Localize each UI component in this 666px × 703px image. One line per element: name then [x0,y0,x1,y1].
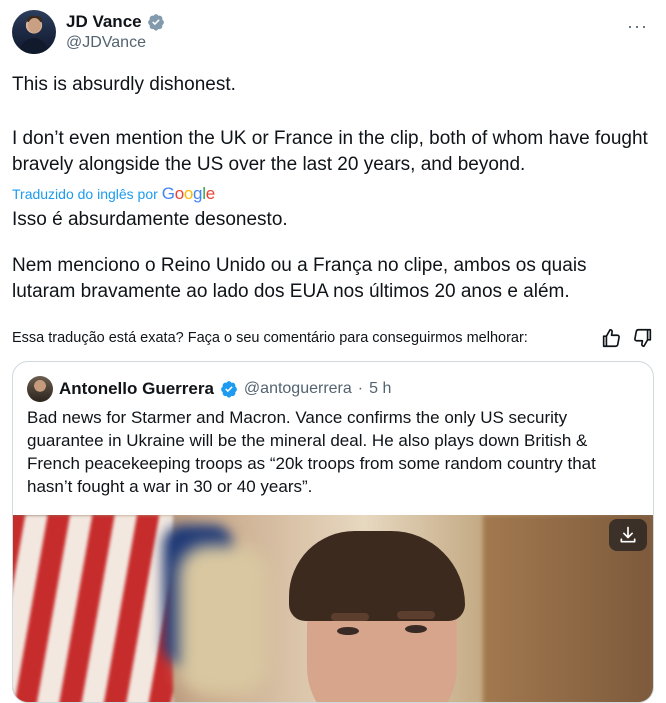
more-options-icon[interactable]: ··· [627,16,648,37]
background-flag-gold [178,545,268,695]
avatar-face [28,18,41,33]
quoted-verified-badge-icon [221,381,237,398]
tweet-text-translated-1: Isso é absurdamente desonesto. [12,209,288,230]
person-brow-right [397,611,435,619]
quoted-tweet[interactable]: Antonello Guerrera @antoguerrera · 5 h B… [12,361,654,703]
quoted-header: Antonello Guerrera @antoguerrera · 5 h [27,376,391,402]
person-eye-left [337,627,359,635]
tweet-text-original-1: This is absurdly dishonest. [12,74,236,95]
thumbs-up-icon[interactable] [600,327,622,349]
thumbs-down-icon[interactable] [632,327,654,349]
tweet-header: JD Vance @JDVance ··· [12,10,654,58]
translation-feedback: Essa tradução está exata? Faça o seu com… [12,327,654,349]
background-flag [13,515,173,702]
quoted-separator: · [357,380,364,397]
person-hair [289,531,465,621]
translated-by-label: Traduzido do inglês por [12,186,158,202]
person-brow-left [331,613,369,621]
author-handle[interactable]: @JDVance [66,34,146,52]
quoted-avatar[interactable] [27,376,53,402]
tweet-text-original-2: I don’t even mention the UK or France in… [12,128,648,175]
download-icon [620,526,636,543]
quoted-author-name[interactable]: Antonello Guerrera [59,379,214,399]
translation-attribution[interactable]: Traduzido do inglês por Google [12,184,215,204]
person-eye-right [405,625,427,633]
quoted-handle[interactable]: @antoguerrera [244,380,352,398]
author-avatar[interactable] [12,10,56,54]
tweet-text-translated-2: Nem menciono o Reino Unido ou a França n… [12,255,587,302]
feedback-question: Essa tradução está exata? Faça o seu com… [12,330,528,346]
quoted-media-image[interactable] [13,515,653,702]
quoted-text: Bad news for Starmer and Macron. Vance c… [27,408,596,496]
verified-badge-icon[interactable] [147,13,165,31]
author-name[interactable]: JD Vance [66,12,142,32]
author-name-line: JD Vance [66,12,165,32]
google-logo: Google [161,184,215,203]
quoted-timestamp[interactable]: 5 h [369,380,391,398]
avatar-suit [20,38,48,54]
download-button[interactable] [609,519,647,551]
